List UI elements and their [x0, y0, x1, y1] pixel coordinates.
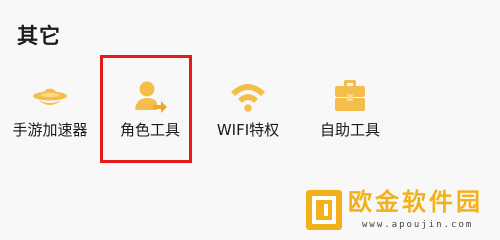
speedboat-icon — [33, 88, 67, 105]
tool-game-accelerator[interactable]: 手游加速器 — [0, 78, 100, 148]
highlight-box — [100, 55, 192, 163]
watermark-url: www.apoujin.com — [362, 220, 474, 230]
watermark: 欧金软件园 www.apoujin.com — [304, 184, 494, 236]
section-title: 其它 — [17, 24, 61, 48]
brand-logo-icon — [306, 190, 342, 230]
tool-wifi-privilege[interactable]: WIFI特权 — [198, 78, 298, 148]
tool-self-service[interactable]: 自助工具 — [300, 78, 400, 148]
tool-label: 手游加速器 — [12, 121, 88, 139]
tool-grid: 手游加速器 角色工具 WIFI特权 自助工具 — [0, 78, 500, 148]
wifi-icon — [231, 84, 265, 112]
tool-label: WIFI特权 — [216, 121, 280, 139]
tool-label: 自助工具 — [319, 121, 380, 139]
toolbox-icon — [335, 80, 365, 111]
watermark-brand: 欧金软件园 — [348, 188, 483, 216]
